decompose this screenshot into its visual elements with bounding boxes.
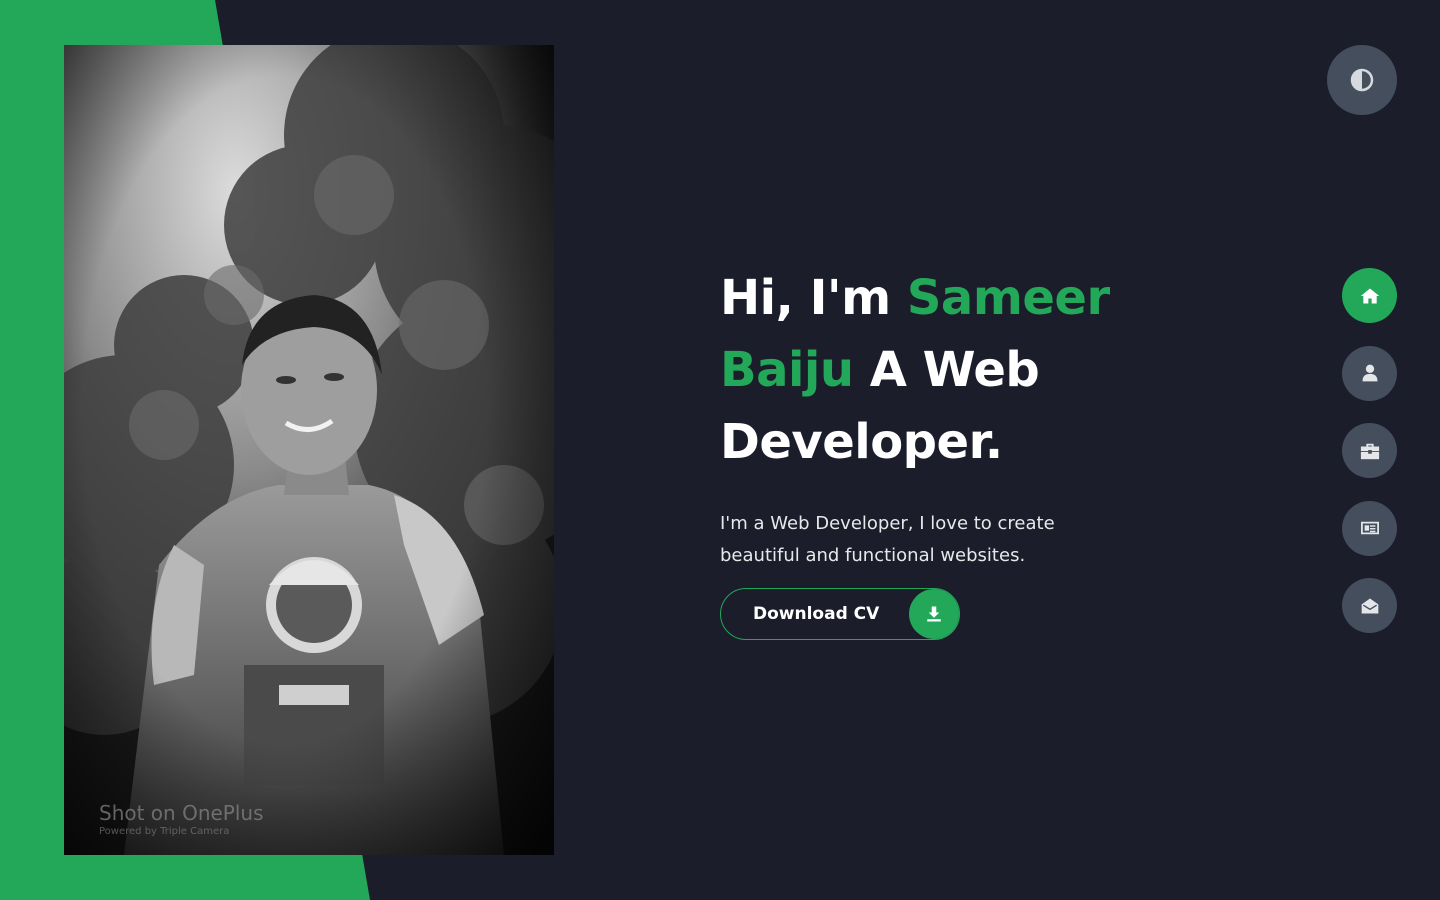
download-cv-label: Download CV: [753, 604, 880, 624]
nav-item-blog[interactable]: [1342, 500, 1397, 556]
contrast-icon: [1350, 68, 1374, 92]
profile-photo: Shot on OnePlus Powered by Triple Camera: [64, 45, 554, 855]
hero-description: I'm a Web Developer, I love to create be…: [720, 513, 1055, 566]
newspaper-icon: [1360, 521, 1379, 535]
nav-item-portfolio[interactable]: [1342, 423, 1397, 478]
role-end-text: Developer.: [720, 414, 1003, 470]
nav-item-contact[interactable]: [1342, 578, 1397, 633]
theme-toggle-button[interactable]: [1327, 45, 1397, 115]
download-icon: [909, 589, 959, 639]
home-icon: [1360, 288, 1379, 303]
hero-heading: Hi, I'm Sameer Baiju A Web Developer.: [720, 262, 1140, 478]
download-cv-button[interactable]: Download CV: [720, 588, 960, 640]
nav-item-about[interactable]: [1342, 345, 1397, 401]
briefcase-icon: [1360, 443, 1379, 459]
hero-section: Hi, I'm Sameer Baiju A Web Developer. I'…: [720, 262, 1140, 572]
photo-watermark-sub: Powered by Triple Camera: [99, 826, 229, 837]
side-navigation: [1342, 268, 1397, 656]
envelope-open-icon: [1361, 598, 1378, 613]
greeting-text: Hi, I'm: [720, 270, 891, 326]
name-last: Baiju: [720, 342, 854, 398]
nav-item-home[interactable]: [1342, 268, 1397, 323]
name-first: Sameer: [906, 270, 1110, 326]
user-icon: [1362, 364, 1377, 382]
role-text: A Web: [869, 342, 1040, 398]
photo-watermark: Shot on OnePlus: [99, 801, 264, 825]
